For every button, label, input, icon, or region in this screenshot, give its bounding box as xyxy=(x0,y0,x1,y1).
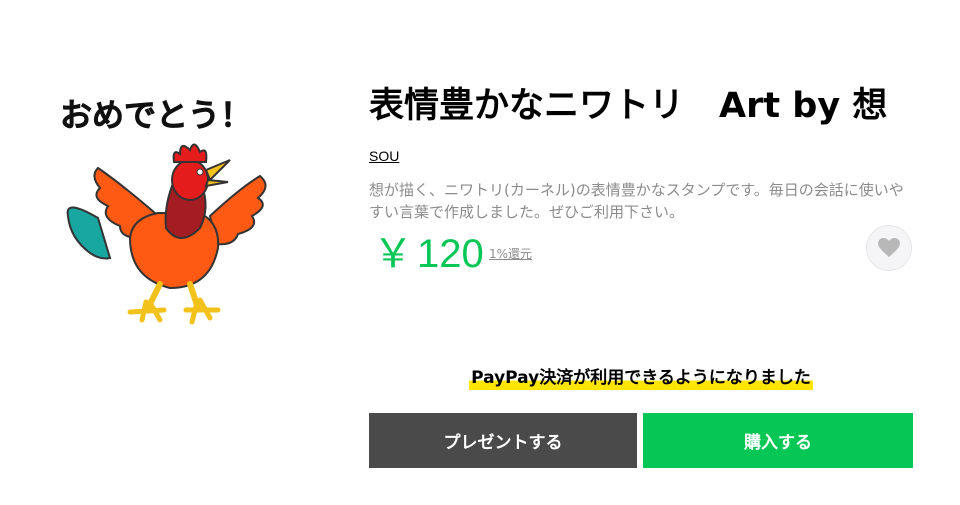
sticker-preview: おめでとう！ xyxy=(60,88,280,328)
price-row: ￥ 120 1%還元 xyxy=(369,225,914,283)
favorite-button[interactable] xyxy=(866,225,912,271)
product-info: 表情豊かなニワトリ Art by 想 SOU 想が描く、ニワトリ(カーネル)の表… xyxy=(369,82,914,283)
product-description: 想が描く、ニワトリ(カーネル)の表情豊かなスタンプです。毎日の会話に使いやすい言… xyxy=(369,181,904,221)
heart-icon xyxy=(878,238,900,258)
gift-button-label: プレゼントする xyxy=(443,433,563,453)
buy-button[interactable]: 購入する xyxy=(643,413,913,468)
price-currency: ￥ xyxy=(373,232,413,276)
author-link[interactable]: SOU xyxy=(369,148,399,164)
product-title: 表情豊かなニワトリ Art by 想 xyxy=(369,86,888,126)
buy-button-label: 購入する xyxy=(744,433,812,453)
sticker-product-page: おめでとう！ 表情豊かなニワトリ Art by 想 SOU 想が描く、ニワトリ(… xyxy=(0,0,960,505)
rooster-illustration: おめでとう！ xyxy=(60,96,267,325)
gift-button[interactable]: プレゼントする xyxy=(369,413,637,468)
sticker-caption: おめでとう！ xyxy=(60,96,252,134)
paypay-notice-text: PayPay決済が利用できるようになりました xyxy=(469,366,813,390)
paypay-notice: PayPay決済が利用できるようになりました xyxy=(369,366,913,390)
price: ￥ 120 xyxy=(373,231,484,277)
price-value: 120 xyxy=(417,232,484,276)
reward-link[interactable]: 1%還元 xyxy=(489,245,532,262)
